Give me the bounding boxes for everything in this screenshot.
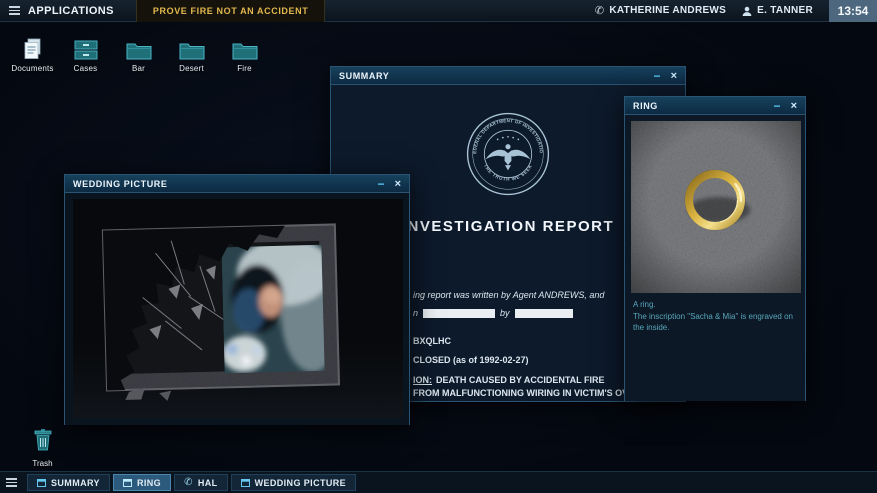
desktop-icon-row: Documents Cases Bar: [6, 36, 271, 73]
contact-katherine-andrews[interactable]: ✆ KATHERINE ANDREWS: [595, 4, 726, 17]
tab-label: RING: [137, 478, 161, 488]
objective-banner[interactable]: PROVE FIRE NOT AN ACCIDENT: [136, 0, 325, 22]
documents-icon: [23, 36, 43, 60]
ring-window-titlebar[interactable]: RING − ×: [625, 97, 805, 115]
icon-label: Desert: [179, 64, 204, 73]
phone-icon: ✆: [595, 4, 605, 17]
tab-label: WEDDING PICTURE: [255, 478, 347, 488]
close-icon[interactable]: ×: [791, 98, 797, 114]
taskbar-tab-wedding-picture[interactable]: WEDDING PICTURE: [231, 474, 357, 491]
trash-icon: [34, 429, 52, 456]
menu-icon[interactable]: [9, 6, 20, 15]
window-title: SUMMARY: [339, 71, 644, 81]
icon-label: Documents: [11, 64, 53, 73]
report-fragment: n: [413, 308, 418, 318]
report-fragment: by: [500, 308, 510, 318]
summary-window-titlebar[interactable]: SUMMARY − ×: [331, 67, 685, 85]
report-line-redacted: n by: [413, 308, 578, 318]
window-title: RING: [633, 101, 764, 111]
folder-icon: [232, 36, 258, 60]
wedding-photo: [73, 199, 403, 423]
seal-ring-text: FEDERAL DEPARTMENT OF INVESTIGATION: [465, 111, 544, 154]
objective-text: PROVE FIRE NOT AN ACCIDENT: [153, 6, 308, 16]
caption-line: A ring.: [633, 299, 797, 311]
ring-caption: A ring. The inscription "Sacha & Mia" is…: [633, 299, 797, 334]
desktop-icon-fire[interactable]: Fire: [218, 36, 271, 73]
ring-window: RING − ×: [624, 96, 806, 401]
conclusion-text: DEATH CAUSED BY ACCIDENTAL FIRE: [436, 375, 605, 385]
svg-text:FEDERAL DEPARTMENT OF INVESTIG: FEDERAL DEPARTMENT OF INVESTIGATION: [465, 111, 544, 154]
ring-photo: [631, 121, 801, 298]
window-icon: [123, 479, 132, 487]
phone-icon: ✆: [184, 477, 193, 488]
minimize-icon[interactable]: −: [654, 68, 661, 84]
report-line-status: CLOSED (as of 1992-02-27): [413, 355, 529, 365]
folder-icon: [179, 36, 205, 60]
icon-label: Fire: [237, 64, 252, 73]
wedding-window-titlebar[interactable]: WEDDING PICTURE − ×: [65, 175, 409, 193]
taskbar-tab-ring[interactable]: RING: [113, 474, 171, 491]
trash-icon-item[interactable]: Trash: [16, 429, 69, 468]
desktop-icon-cases[interactable]: Cases: [59, 36, 112, 73]
desktop-icon-bar[interactable]: Bar: [112, 36, 165, 73]
window-icon: [241, 479, 250, 487]
window-title: WEDDING PICTURE: [73, 179, 368, 189]
icon-label: Trash: [32, 459, 52, 468]
close-icon[interactable]: ×: [671, 68, 677, 84]
ring-window-body: A ring. The inscription "Sacha & Mia" is…: [625, 115, 805, 401]
person-icon: [742, 6, 752, 16]
contact-name: E. TANNER: [757, 5, 813, 16]
report-line-written-by: ing report was written by Agent ANDREWS,…: [413, 290, 604, 300]
clock: 13:54: [829, 0, 877, 22]
caption-line: The inscription "Sacha & Mia" is engrave…: [633, 311, 797, 334]
report-line-conclusion: ION: DEATH CAUSED BY ACCIDENTAL FIRE: [413, 375, 605, 385]
desktop-icon-documents[interactable]: Documents: [6, 36, 59, 73]
applications-label[interactable]: APPLICATIONS: [28, 5, 114, 17]
tab-label: HAL: [198, 478, 218, 488]
taskbar-tab-hal[interactable]: ✆ HAL: [174, 474, 227, 491]
contact-name: KATHERINE ANDREWS: [609, 5, 726, 16]
window-icon: [37, 479, 46, 487]
redacted-text: [515, 309, 573, 318]
icon-label: Cases: [74, 64, 98, 73]
wedding-window-body: [65, 193, 409, 425]
federal-seal: FEDERAL DEPARTMENT OF INVESTIGATION THE …: [465, 111, 551, 202]
redacted-text: [423, 309, 495, 318]
seal-eagle: [486, 136, 531, 170]
contact-e-tanner[interactable]: E. TANNER: [742, 5, 813, 16]
report-line-case-id: BXQLHC: [413, 336, 451, 346]
wedding-picture-window: WEDDING PICTURE − ×: [64, 174, 410, 425]
taskbar-tab-summary[interactable]: SUMMARY: [27, 474, 110, 491]
close-icon[interactable]: ×: [395, 176, 401, 192]
minimize-icon[interactable]: −: [378, 176, 385, 192]
cases-icon: [74, 36, 98, 60]
taskbar-menu-icon[interactable]: [6, 478, 17, 487]
top-bar: APPLICATIONS PROVE FIRE NOT AN ACCIDENT …: [0, 0, 877, 22]
icon-label: Bar: [132, 64, 145, 73]
report-line-conclusion-2: FROM MALFUNCTIONING WIRING IN VICTIM'S O…: [413, 388, 641, 398]
desktop: APPLICATIONS PROVE FIRE NOT AN ACCIDENT …: [0, 0, 877, 493]
tab-label: SUMMARY: [51, 478, 100, 488]
desktop-icon-desert[interactable]: Desert: [165, 36, 218, 73]
taskbar: SUMMARY RING ✆ HAL WEDDING PICTURE: [0, 471, 877, 493]
minimize-icon[interactable]: −: [774, 98, 781, 114]
folder-icon: [126, 36, 152, 60]
conclusion-label: ION:: [413, 375, 432, 385]
